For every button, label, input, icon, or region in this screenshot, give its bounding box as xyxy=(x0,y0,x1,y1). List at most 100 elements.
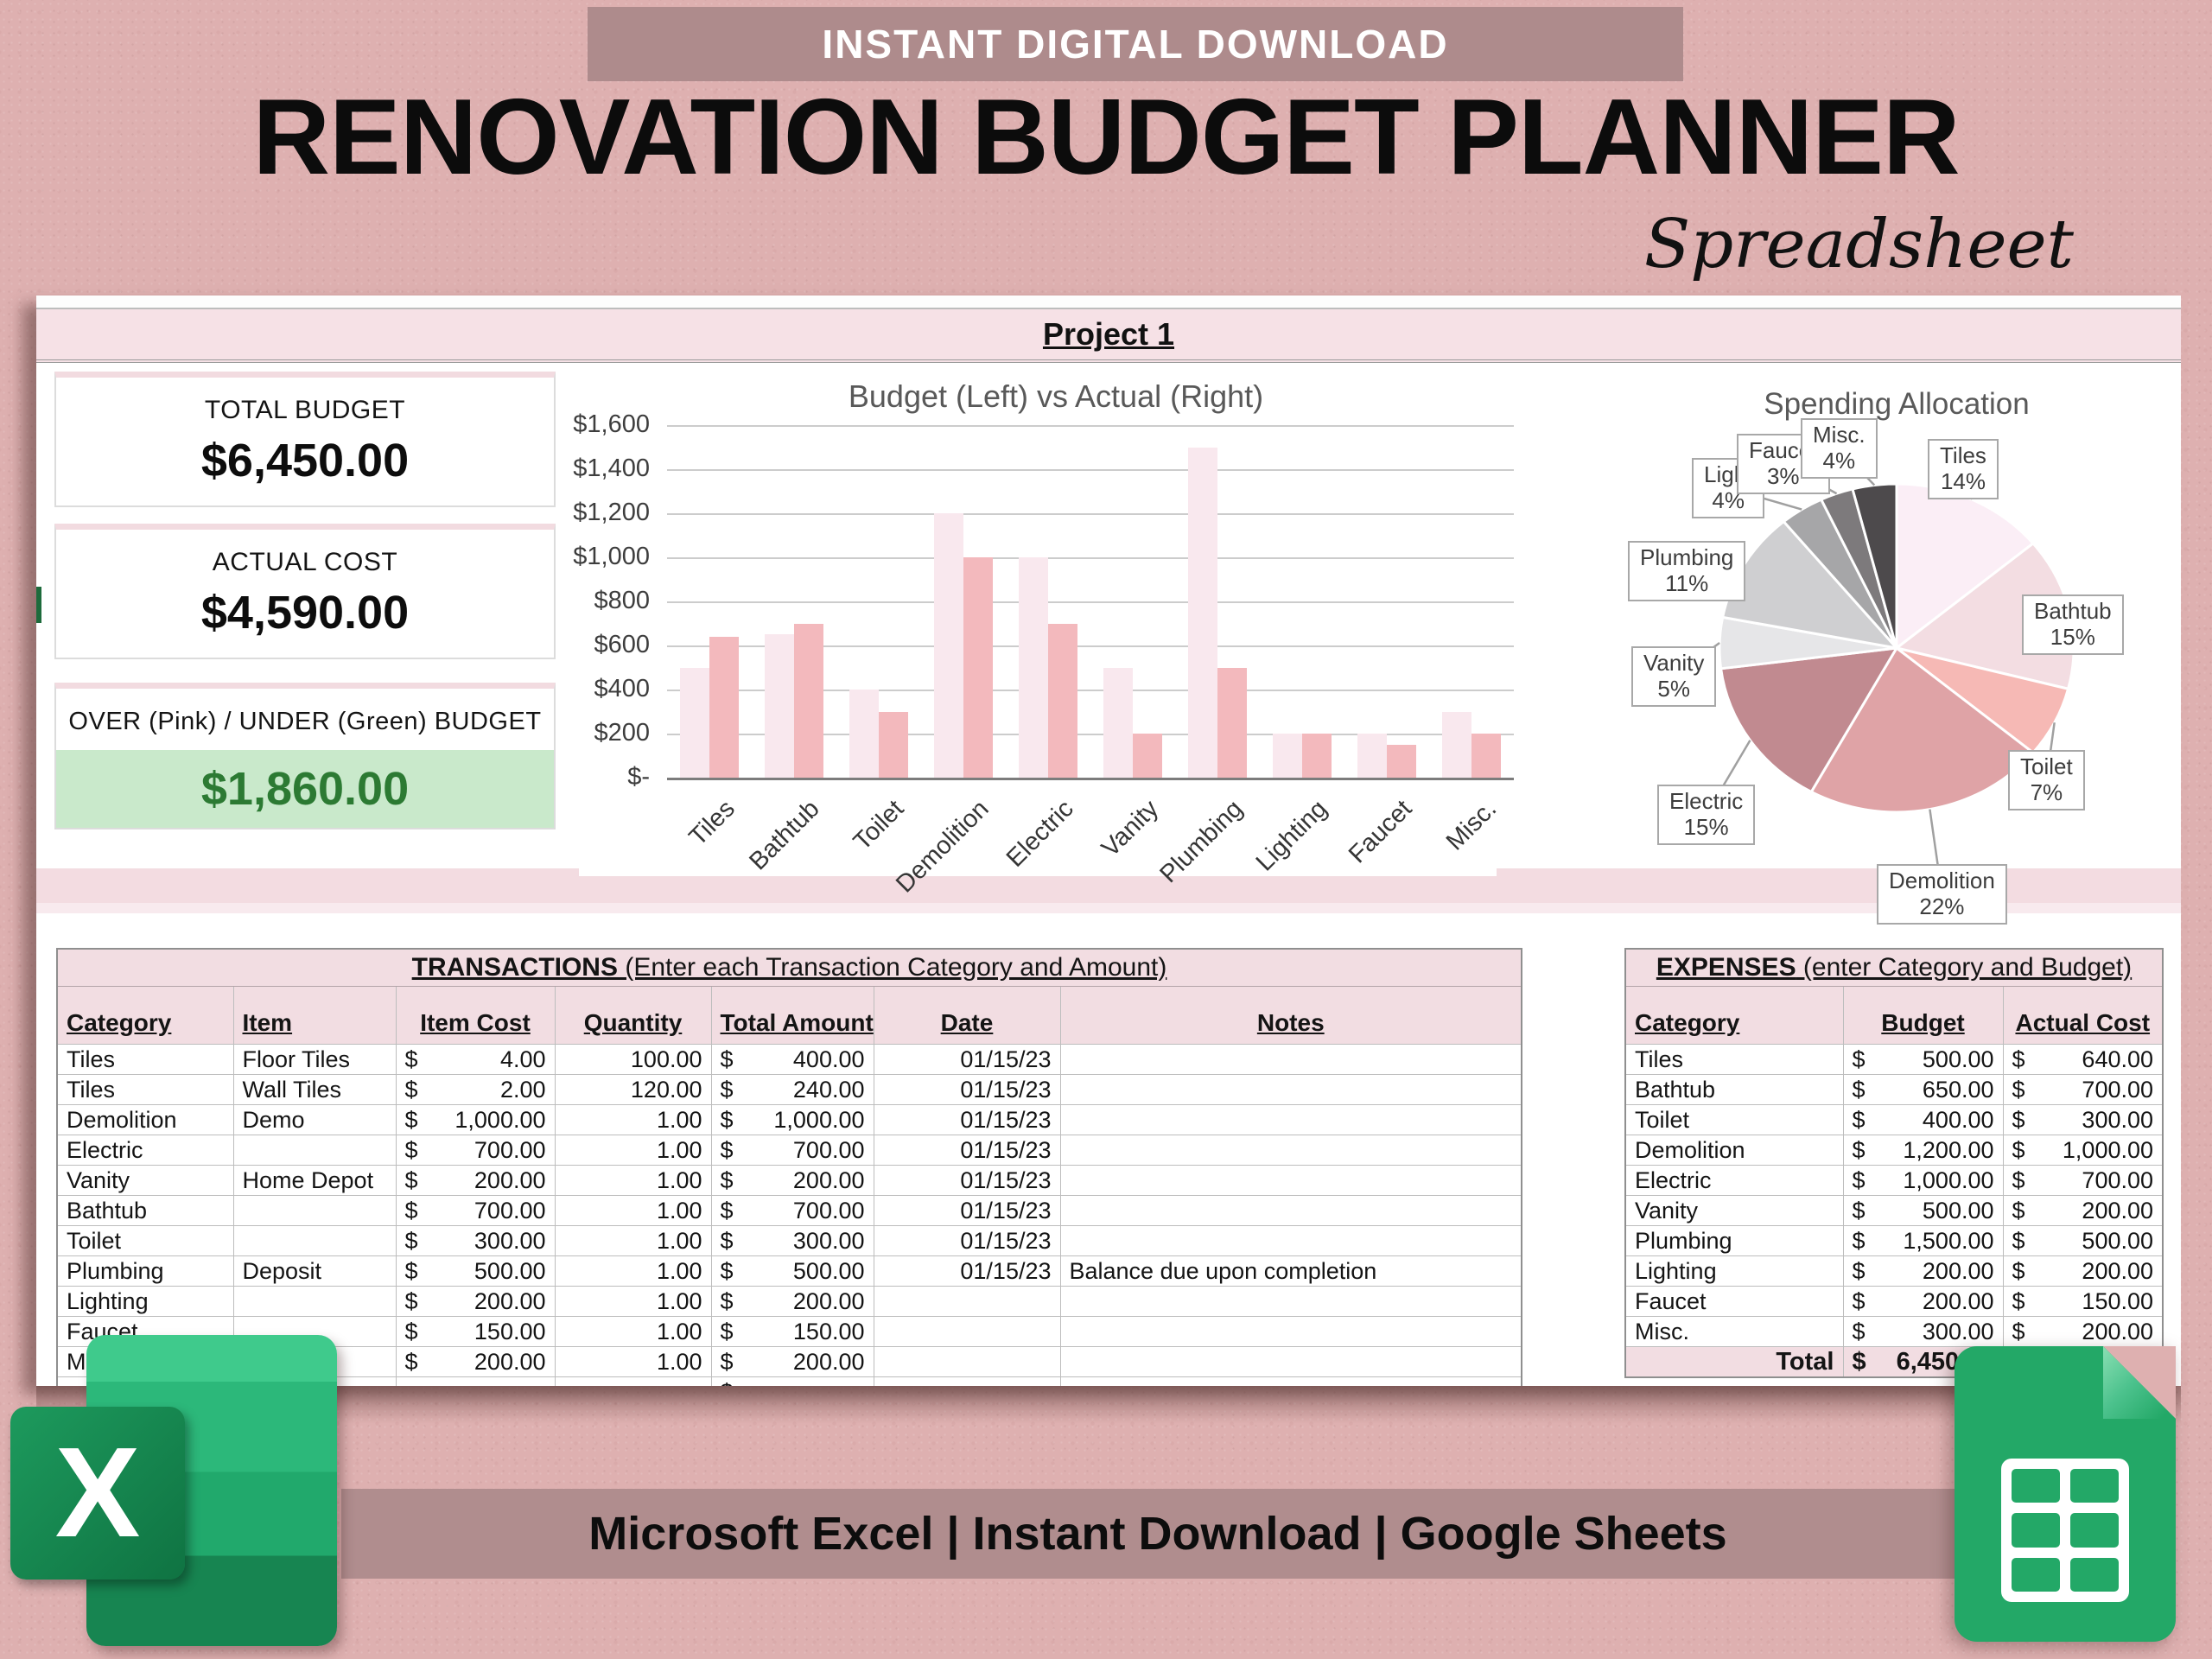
table-row: Misc.$300.00$200.00 xyxy=(1625,1317,2163,1347)
notes-cell xyxy=(1060,1317,1522,1347)
actual-cost-cell: $200.00 xyxy=(2003,1196,2163,1226)
notes-cell xyxy=(1060,1075,1522,1105)
actual-bar xyxy=(1302,734,1332,778)
category-cell: Misc. xyxy=(1625,1317,1843,1347)
quantity-cell: 1.00 xyxy=(555,1317,711,1347)
table-row: Bathtub$700.001.00$700.0001/15/23 xyxy=(57,1196,1522,1226)
total-amount-cell: $240.00 xyxy=(711,1075,874,1105)
item-cost-cell: $700.00 xyxy=(396,1135,555,1166)
table-row: Faucet$200.00$150.00 xyxy=(1625,1287,2163,1317)
bar-group xyxy=(752,425,836,778)
money-cell: $500.00 xyxy=(405,1258,546,1285)
bar-group xyxy=(1429,425,1514,778)
quantity-cell: 120.00 xyxy=(555,1075,711,1105)
total-amount-cell: $700.00 xyxy=(711,1196,874,1226)
money-cell: $150.00 xyxy=(721,1319,865,1345)
item-cost-cell: $300.00 xyxy=(396,1226,555,1256)
sheets-table-glyph xyxy=(2001,1459,2129,1602)
total-amount-cell: $200.00 xyxy=(711,1166,874,1196)
microsoft-excel-icon: X xyxy=(0,1331,346,1659)
actual-cost-cell: $640.00 xyxy=(2003,1045,2163,1075)
budget-cell: $500.00 xyxy=(1843,1196,2003,1226)
y-axis-tick-label: $1,000 xyxy=(520,543,650,571)
budget-bar xyxy=(849,690,879,778)
budget-cell: $300.00 xyxy=(1843,1317,2003,1347)
budget-cell: $1,500.00 xyxy=(1843,1226,2003,1256)
bar-group xyxy=(836,425,921,778)
table-row: Demolition$1,200.00$1,000.00 xyxy=(1625,1135,2163,1166)
notes-cell xyxy=(1060,1045,1522,1075)
empty-cell xyxy=(555,1377,711,1387)
item-cell: Home Depot xyxy=(233,1166,396,1196)
total-amount-cell: $500.00 xyxy=(711,1256,874,1287)
under-budget-highlight: $1,860.00 xyxy=(56,750,554,828)
money-cell: $200.00 xyxy=(721,1349,865,1376)
money-cell: $1,000.00 xyxy=(405,1107,546,1134)
x-axis-category-label: Electric xyxy=(1001,795,1080,874)
page-background: INSTANT DIGITAL DOWNLOAD RENOVATION BUDG… xyxy=(0,0,2212,1659)
column-header: Budget xyxy=(1843,987,2003,1045)
actual-cost-cell: $300.00 xyxy=(2003,1105,2163,1135)
table-row: Toilet$400.00$300.00 xyxy=(1625,1105,2163,1135)
spending-allocation-pie-chart: Spending Allocation Tiles14%Bathtub15%To… xyxy=(1587,378,2181,949)
item-cell xyxy=(233,1196,396,1226)
card-bottom-shadow xyxy=(36,1384,2181,1424)
item-cost-cell: $1,000.00 xyxy=(396,1105,555,1135)
total-amount-cell: $200.00 xyxy=(711,1347,874,1377)
category-cell: Tiles xyxy=(57,1075,233,1105)
table-row: TilesWall Tiles$2.00120.00$240.0001/15/2… xyxy=(57,1075,1522,1105)
bar-chart-title: Budget (Left) vs Actual (Right) xyxy=(624,378,1488,415)
money-cell: $500.00 xyxy=(721,1258,865,1285)
item-cell xyxy=(233,1287,396,1317)
money-cell: $650.00 xyxy=(1853,1077,1994,1103)
budget-cell: $400.00 xyxy=(1843,1105,2003,1135)
pie-label-toilet: Toilet7% xyxy=(2008,750,2085,810)
x-axis-category-label: Lighting xyxy=(1251,795,1333,877)
bar-group xyxy=(1260,425,1344,778)
y-axis-tick-label: $1,600 xyxy=(520,410,650,439)
bar-group xyxy=(1175,425,1260,778)
notes-cell xyxy=(1060,1105,1522,1135)
item-cost-cell: $2.00 xyxy=(396,1075,555,1105)
spreadsheet-card: Project 1 TOTAL BUDGET $6,450.00 ACTUAL … xyxy=(36,296,2181,1386)
money-cell: $400.00 xyxy=(1853,1107,1994,1134)
table-row: VanityHome Depot$200.001.00$200.0001/15/… xyxy=(57,1166,1522,1196)
category-cell: Plumbing xyxy=(1625,1226,1843,1256)
subtitle-script: Spreadsheet xyxy=(1644,206,2074,283)
top-banner: INSTANT DIGITAL DOWNLOAD xyxy=(588,7,1683,81)
quantity-cell: 1.00 xyxy=(555,1166,711,1196)
empty-cell xyxy=(1060,1377,1522,1387)
actual-cost-box: ACTUAL COST $4,590.00 xyxy=(54,524,556,659)
notes-cell xyxy=(1060,1135,1522,1166)
x-axis-category-label: Plumbing xyxy=(1155,795,1249,889)
total-budget-box: TOTAL BUDGET $6,450.00 xyxy=(54,372,556,507)
column-header: Quantity xyxy=(555,987,711,1045)
expenses-table: EXPENSES (enter Category and Budget)Cate… xyxy=(1624,948,2164,1378)
money-cell: $150.00 xyxy=(2012,1288,2154,1315)
category-cell: Lighting xyxy=(57,1287,233,1317)
bar-group xyxy=(921,425,1006,778)
table-row: Bathtub$650.00$700.00 xyxy=(1625,1075,2163,1105)
date-cell xyxy=(874,1347,1060,1377)
actual-bar xyxy=(879,712,908,779)
actual-bar xyxy=(1133,734,1162,778)
notes-cell xyxy=(1060,1347,1522,1377)
category-cell: Demolition xyxy=(57,1105,233,1135)
money-cell: $1,000.00 xyxy=(721,1107,865,1134)
money-cell: $700.00 xyxy=(405,1198,546,1224)
transactions-table: TRANSACTIONS (Enter each Transaction Cat… xyxy=(56,948,1522,1386)
budget-cell: $500.00 xyxy=(1843,1045,2003,1075)
actual-cost-cell: $150.00 xyxy=(2003,1287,2163,1317)
table-row: Vanity$500.00$200.00 xyxy=(1625,1196,2163,1226)
category-cell: Toilet xyxy=(57,1226,233,1256)
date-cell: 01/15/23 xyxy=(874,1256,1060,1287)
table-row: PlumbingDeposit$500.001.00$500.0001/15/2… xyxy=(57,1256,1522,1287)
date-cell xyxy=(874,1317,1060,1347)
date-cell: 01/15/23 xyxy=(874,1226,1060,1256)
table-row: Plumbing$1,500.00$500.00 xyxy=(1625,1226,2163,1256)
actual-bar xyxy=(709,637,739,778)
money-cell: $200.00 xyxy=(721,1167,865,1194)
actual-cost-cell: $1,000.00 xyxy=(2003,1135,2163,1166)
y-axis-tick-label: $1,200 xyxy=(520,499,650,527)
column-header: Item xyxy=(233,987,396,1045)
